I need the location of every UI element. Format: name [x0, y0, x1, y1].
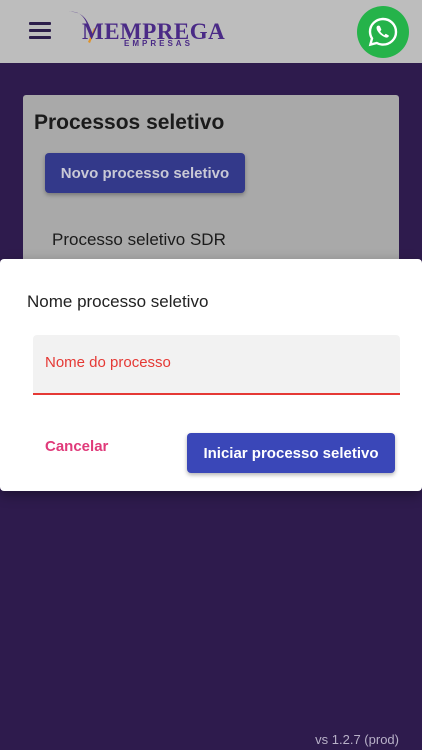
hamburger-menu-icon[interactable]	[29, 22, 51, 40]
whatsapp-icon	[368, 17, 398, 47]
logo-subtext: EMPRESAS	[124, 39, 193, 48]
list-item[interactable]: Processo seletivo SDR	[52, 230, 226, 250]
process-name-input[interactable]	[45, 354, 385, 371]
dialog-title: Nome processo seletivo	[27, 292, 209, 311]
process-name-field[interactable]	[33, 335, 400, 395]
new-process-button[interactable]: Novo processo seletivo	[45, 153, 245, 193]
cancel-button[interactable]: Cancelar	[35, 434, 118, 459]
app-header: MEMPREGA EMPRESAS	[0, 0, 422, 63]
version-label: vs 1.2.7 (prod)	[315, 732, 399, 747]
start-process-button[interactable]: Iniciar processo seletivo	[187, 433, 395, 473]
card-title: Processos seletivo	[34, 111, 225, 134]
whatsapp-button[interactable]	[357, 6, 409, 58]
new-process-dialog: Nome processo seletivo Cancelar Iniciar …	[0, 259, 422, 491]
memprega-logo[interactable]: MEMPREGA EMPRESAS	[66, 8, 225, 50]
